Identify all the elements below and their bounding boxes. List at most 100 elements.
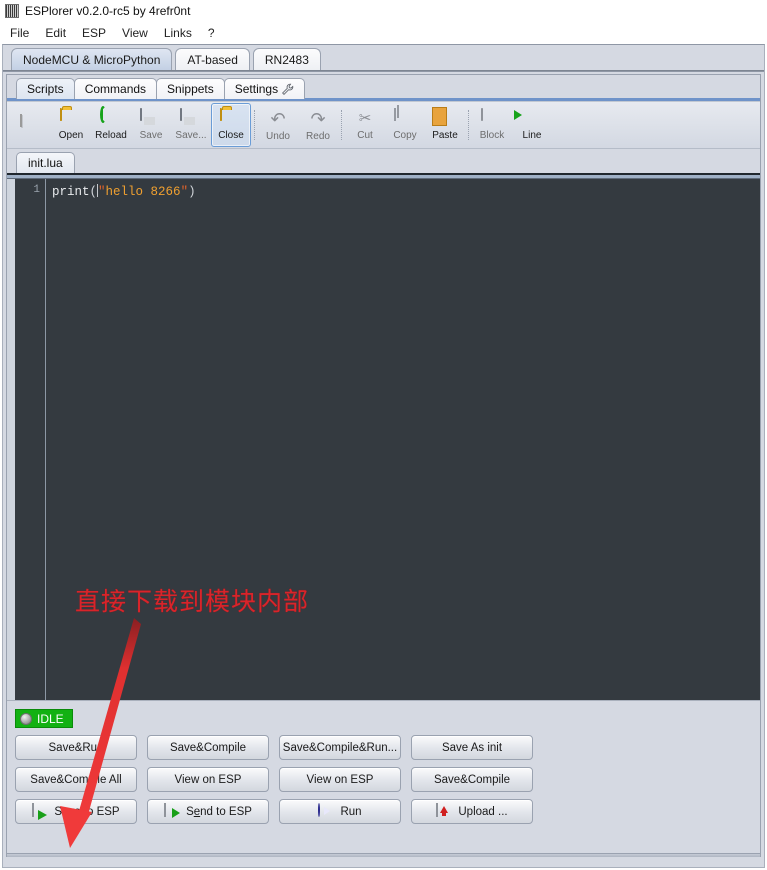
tab-scripts[interactable]: Scripts (16, 78, 75, 99)
window-title: ESPlorer v0.2.0-rc5 by 4refr0nt (25, 4, 191, 18)
toolbar-paste-button[interactable]: Paste (425, 103, 465, 147)
view-on-esp-button-2[interactable]: View on ESP (279, 767, 401, 792)
code-token-function: print (52, 185, 90, 199)
button-label: Save&Compile All (30, 773, 122, 786)
code-token-string: hello 8266 (105, 185, 181, 199)
button-label: Save to ESP (54, 805, 120, 818)
button-label: Upload ... (458, 805, 508, 818)
status-label: IDLE (37, 711, 64, 726)
actions-panel: IDLE Save&Run Save&Compile Save&Compile&… (7, 700, 760, 857)
tab-snippets[interactable]: Snippets (156, 78, 225, 99)
code-token-open-paren: ( (89, 185, 98, 199)
menu-item-help[interactable]: ? (206, 25, 217, 41)
device-tab-bar: NodeMCU & MicroPython AT-based RN2483 (3, 45, 764, 70)
file-tab-bar: init.lua (7, 149, 760, 173)
tab-divider (3, 70, 764, 72)
toolbar-button-label: Block (479, 130, 505, 141)
button-label: Save&Compile (169, 741, 247, 754)
menu-item-file[interactable]: File (8, 25, 31, 41)
toolbar-separator (468, 110, 469, 140)
toolbar-button-label: Close (218, 130, 244, 141)
toolbar-undo-button[interactable]: ↶ Undo (258, 103, 298, 147)
save-to-esp-button[interactable]: Save to ESP (15, 799, 137, 824)
tab-label: AT-based (187, 52, 238, 67)
toolbar-button-label: Open (58, 130, 84, 141)
line-icon (521, 109, 543, 129)
button-label: Save&Compile&Run... (282, 741, 398, 754)
code-area[interactable]: print("hello 8266") (46, 179, 760, 700)
text-caret (97, 184, 99, 197)
button-label: View on ESP (174, 773, 242, 786)
save-to-esp-icon (32, 802, 48, 820)
toolbar-redo-button[interactable]: ↷ Redo (298, 103, 338, 147)
menu-item-view[interactable]: View (120, 25, 150, 41)
tab-label: NodeMCU & MicroPython (23, 52, 161, 67)
toolbar-save-button[interactable]: Save (131, 103, 171, 147)
tab-nodemcu-micropython[interactable]: NodeMCU & MicroPython (11, 48, 173, 70)
action-button-grid: Save&Run Save&Compile Save&Compile&Run..… (7, 732, 760, 824)
save-as-init-button[interactable]: Save As init (411, 735, 533, 760)
toolbar-copy-button[interactable]: Copy (385, 103, 425, 147)
tab-settings[interactable]: Settings (223, 78, 306, 99)
save-and-compile-button-2[interactable]: Save&Compile (411, 767, 533, 792)
toolbar-line-button[interactable]: Line (512, 103, 552, 147)
save-compile-run-button[interactable]: Save&Compile&Run... (279, 735, 401, 760)
tab-label: Scripts (27, 82, 64, 96)
toolbar-button-label: Save (139, 130, 163, 141)
tab-label: Snippets (167, 82, 214, 96)
tab-at-based[interactable]: AT-based (175, 48, 250, 70)
toolbar-save-as-button[interactable]: Save... (171, 103, 211, 147)
toolbar-button-label: Redo (306, 130, 330, 142)
toolbar-cut-button[interactable]: ✂ Cut (345, 103, 385, 147)
send-to-esp-icon (164, 802, 180, 820)
file-tab-init-lua[interactable]: init.lua (16, 152, 75, 173)
button-label: Send to ESP (186, 805, 252, 818)
line-number-gutter: 1 (15, 179, 46, 700)
action-row-2: Save&Compile All View on ESP View on ESP… (15, 767, 760, 792)
view-on-esp-button-1[interactable]: View on ESP (147, 767, 269, 792)
toolbar-block-button[interactable]: Block (472, 103, 512, 147)
status-indicator-icon (20, 712, 32, 725)
run-button[interactable]: Run (279, 799, 401, 824)
button-label: Save As init (441, 741, 503, 754)
undo-icon: ↶ (270, 108, 286, 129)
tab-label: Commands (84, 82, 147, 96)
toolbar-close-button[interactable]: Close (211, 103, 251, 147)
send-to-esp-button[interactable]: Send to ESP (147, 799, 269, 824)
status-badge: IDLE (15, 709, 73, 728)
block-icon (481, 108, 503, 129)
close-folder-icon (220, 108, 242, 129)
button-label: View on ESP (306, 773, 374, 786)
button-label: Save&Run (48, 741, 104, 754)
esplorer-window: ESPlorer v0.2.0-rc5 by 4refr0nt File Edi… (0, 0, 767, 870)
action-row-3: Save to ESP Send to ESP Run Upload ... (15, 799, 760, 824)
menu-item-esp[interactable]: ESP (80, 25, 108, 41)
save-and-compile-button[interactable]: Save&Compile (147, 735, 269, 760)
tab-label: Settings (234, 82, 279, 96)
menu-item-links[interactable]: Links (162, 25, 194, 41)
menu-item-edit[interactable]: Edit (43, 25, 68, 41)
code-editor[interactable]: 1 print("hello 8266") (7, 173, 760, 700)
run-icon (318, 802, 334, 820)
toolbar-open-button[interactable]: Open (51, 103, 91, 147)
paste-icon (434, 108, 456, 129)
menu-bar: File Edit ESP View Links ? (0, 22, 767, 44)
toolbar-separator (254, 110, 255, 140)
toolbar-reload-button[interactable]: Reload (91, 103, 131, 147)
toolbar-new-button[interactable] (11, 103, 51, 147)
status-row: IDLE (7, 701, 760, 732)
main-panel: NodeMCU & MicroPython AT-based RN2483 Sc… (2, 44, 765, 868)
tab-commands[interactable]: Commands (73, 78, 158, 99)
toolbar-button-label: Cut (357, 130, 373, 141)
upload-button[interactable]: Upload ... (411, 799, 533, 824)
save-and-run-button[interactable]: Save&Run (15, 735, 137, 760)
app-icon (5, 4, 19, 18)
toolbar-button-label: Save... (175, 130, 207, 141)
new-page-icon (20, 113, 42, 135)
editor-body: 1 print("hello 8266") (7, 179, 760, 700)
editor-left-margin (7, 179, 15, 700)
save-and-compile-all-button[interactable]: Save&Compile All (15, 767, 137, 792)
editor-toolbar: Open Reload Save Save... Close ↶ Undo ↷ … (7, 101, 760, 149)
cut-icon: ✂ (358, 110, 372, 127)
tab-rn2483[interactable]: RN2483 (252, 48, 321, 70)
